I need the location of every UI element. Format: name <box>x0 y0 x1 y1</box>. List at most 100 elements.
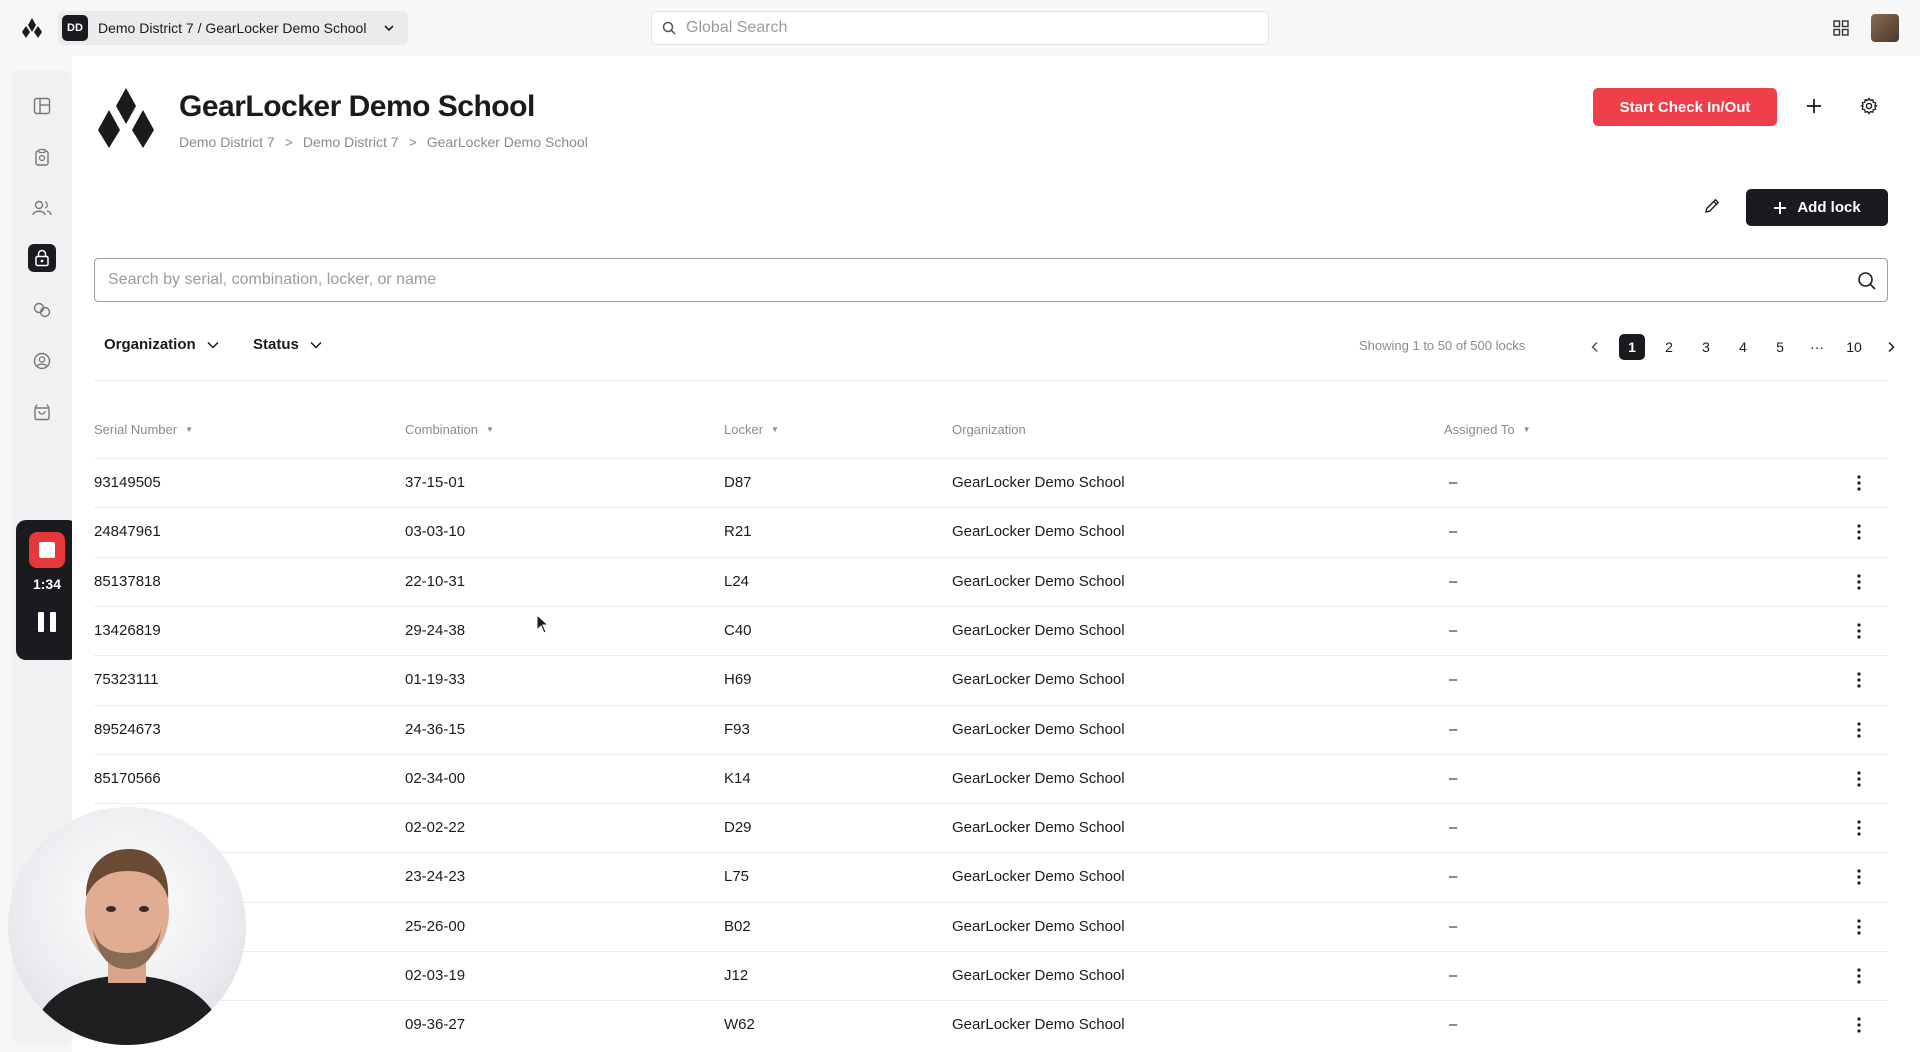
breadcrumb-item-district-2[interactable]: Demo District 7 <box>303 134 399 150</box>
organization-filter[interactable]: Organization <box>104 336 220 353</box>
mouse-cursor-icon <box>536 614 550 634</box>
record-stop-button[interactable] <box>29 532 65 568</box>
column-header-locker[interactable]: Locker ▼ <box>724 422 779 437</box>
presenter-video <box>28 849 226 1045</box>
row-actions-button[interactable] <box>1849 1014 1869 1036</box>
start-check-in-out-button[interactable]: Start Check In/Out <box>1593 88 1777 126</box>
lock-search-input[interactable]: Search by serial, combination, locker, o… <box>94 258 1888 302</box>
top-bar: DD Demo District 7 / GearLocker Demo Sch… <box>0 0 1920 56</box>
row-actions-button[interactable] <box>1849 472 1869 494</box>
add-lock-button[interactable]: Add lock <box>1746 189 1888 226</box>
apps-grid-icon[interactable] <box>1832 19 1850 37</box>
table-row[interactable]: 09-36-27 W62 GearLocker Demo School – <box>94 1000 1888 1049</box>
nav-checklist[interactable] <box>28 143 56 171</box>
table-row[interactable]: 93149505 37-15-01 D87 GearLocker Demo Schoo… <box>94 458 1888 507</box>
org-switcher[interactable]: DD Demo District 7 / GearLocker Demo Sch… <box>58 11 408 45</box>
row-actions-button[interactable] <box>1849 817 1869 839</box>
app-logo-icon[interactable] <box>20 16 44 40</box>
account-circle-icon <box>33 352 51 370</box>
table-row[interactable]: 24847961 03-03-10 R21 GearLocker Demo Schoo… <box>94 507 1888 556</box>
org-path: Demo District 7 / GearLocker Demo School <box>98 20 367 36</box>
page-button[interactable]: 1 <box>1619 334 1645 360</box>
page-button[interactable]: 4 <box>1730 334 1756 360</box>
chevron-down-icon <box>310 341 322 349</box>
table-row[interactable]: 23-24-23 L75 GearLocker Demo School – <box>94 852 1888 901</box>
search-icon <box>662 21 676 35</box>
assigned-to-cell: – <box>1449 572 1458 590</box>
locker-cell: F93 <box>724 720 750 738</box>
assigned-to-cell: – <box>1449 967 1458 984</box>
status-filter[interactable]: Status <box>253 336 323 353</box>
page-button[interactable]: 10 <box>1841 334 1867 360</box>
breadcrumb-item-district[interactable]: Demo District 7 <box>179 134 275 150</box>
table-row[interactable]: 85170566 02-34-00 K14 GearLocker Demo Schoo… <box>94 753 1888 803</box>
nav-users[interactable] <box>28 194 56 222</box>
page-button[interactable]: 3 <box>1693 334 1719 360</box>
row-actions-button[interactable] <box>1849 866 1869 888</box>
organization-cell: GearLocker Demo School <box>952 1016 1125 1034</box>
row-actions-button[interactable] <box>1849 768 1869 790</box>
breadcrumb: Demo District 7 > Demo District 7 > Gear… <box>179 134 588 150</box>
gear-icon <box>1860 97 1878 115</box>
assigned-to-cell: – <box>1449 671 1458 689</box>
row-actions-button[interactable] <box>1849 620 1869 642</box>
edit-button[interactable] <box>1700 194 1724 218</box>
locker-cell: J12 <box>724 967 749 984</box>
assigned-to-cell: – <box>1449 917 1458 935</box>
combination-cell: 03-03-10 <box>405 523 466 541</box>
sort-icon: ▼ <box>771 425 779 434</box>
locker-cell: H69 <box>724 671 752 689</box>
nav-locks[interactable] <box>28 244 56 272</box>
locker-cell: B02 <box>724 917 751 935</box>
table-row[interactable]: 13426819 29-24-38 C40 GearLocker Demo Schoo… <box>94 605 1888 655</box>
page-button[interactable]: 2 <box>1656 334 1682 360</box>
column-header-assigned[interactable]: Assigned To ▼ <box>1444 422 1531 437</box>
serial-number-cell: 24847961 <box>94 523 161 541</box>
row-actions-button[interactable] <box>1849 965 1869 987</box>
nav-account[interactable] <box>28 347 56 375</box>
pagination-summary: Showing 1 to 50 of 500 locks <box>1359 338 1526 353</box>
table-row[interactable]: 25-26-00 B02 GearLocker Demo School – <box>94 901 1888 951</box>
main-content: GearLocker Demo School Demo District 7 >… <box>72 56 1920 1052</box>
row-actions-button[interactable] <box>1849 521 1869 543</box>
table-row[interactable]: 02-02-22 D29 GearLocker Demo School – <box>94 803 1888 852</box>
assigned-to-cell: – <box>1449 819 1458 837</box>
stop-icon <box>39 542 55 558</box>
column-header-serial[interactable]: Serial Number ▼ <box>94 422 193 437</box>
more-vertical-icon <box>1857 869 1861 885</box>
table-row[interactable]: 89524673 24-36-15 F93 GearLocker Demo Schoo… <box>94 704 1888 754</box>
table-row[interactable]: 85137818 22-10-31 L24 GearLocker Demo Schoo… <box>94 556 1888 606</box>
row-actions-button[interactable] <box>1849 669 1869 691</box>
nav-store[interactable] <box>28 398 56 426</box>
chevron-left-icon <box>1591 341 1598 353</box>
page-button[interactable]: 5 <box>1767 334 1793 360</box>
row-actions-button[interactable] <box>1849 916 1869 938</box>
nav-dashboard[interactable] <box>28 92 56 120</box>
organization-cell: GearLocker Demo School <box>952 621 1125 639</box>
prev-page-button[interactable] <box>1582 334 1608 360</box>
row-actions-button[interactable] <box>1849 719 1869 741</box>
search-icon[interactable] <box>1857 271 1877 291</box>
next-page-button[interactable] <box>1878 334 1904 360</box>
table-row[interactable]: 75323111 01-19-33 H69 GearLocker Demo Schoo… <box>94 655 1888 704</box>
pause-icon[interactable] <box>38 612 56 632</box>
column-header-combination[interactable]: Combination ▼ <box>405 422 494 437</box>
global-search-input[interactable]: Global Search <box>651 11 1269 45</box>
combination-cell: 23-24-23 <box>405 868 466 886</box>
combination-cell: 25-26-00 <box>405 917 466 935</box>
add-lock-label: Add lock <box>1797 199 1861 216</box>
add-button[interactable] <box>1802 94 1826 118</box>
nav-transfers[interactable] <box>28 296 56 324</box>
global-search-placeholder: Global Search <box>686 19 788 36</box>
settings-button[interactable] <box>1857 94 1881 118</box>
record-timer: 1:34 <box>32 576 62 592</box>
organization-cell: GearLocker Demo School <box>952 769 1125 787</box>
user-avatar[interactable] <box>1871 14 1899 42</box>
combination-cell: 02-03-19 <box>405 967 466 984</box>
serial-number-cell: 85137818 <box>94 572 161 590</box>
pencil-icon <box>1705 198 1720 213</box>
row-actions-button[interactable] <box>1849 571 1869 593</box>
table-row[interactable]: 02-03-19 J12 GearLocker Demo School – <box>94 951 1888 1000</box>
serial-number-cell: 13426819 <box>94 621 161 639</box>
combination-cell: 37-15-01 <box>405 474 466 491</box>
